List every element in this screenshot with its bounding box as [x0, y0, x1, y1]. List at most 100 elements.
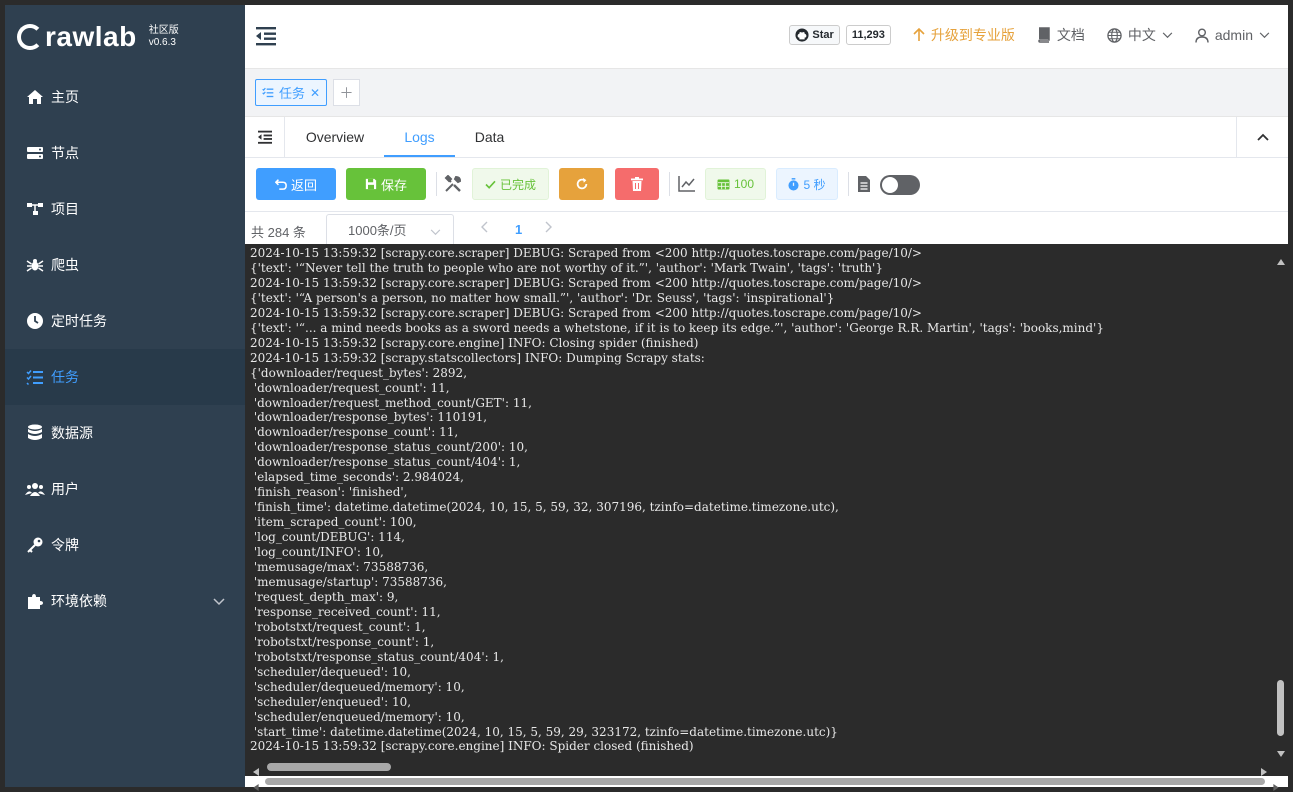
delete-button[interactable] — [615, 168, 659, 200]
tools-icon — [444, 174, 462, 196]
next-page-button[interactable] — [545, 221, 553, 236]
scroll-left-icon — [253, 763, 259, 776]
puzzle-icon — [25, 591, 45, 611]
log-line: {'text': '“Never tell the truth to peopl… — [250, 260, 883, 275]
log-line: 'scheduler/dequeued': 10, — [250, 664, 411, 679]
sidebar-item-projects[interactable]: 项目 — [5, 181, 245, 237]
page-number-current[interactable]: 1 — [515, 222, 522, 237]
sidebar-item-environment[interactable]: 环境依赖 — [5, 573, 245, 629]
detail-nav-tabs: Overview Logs Data — [245, 117, 1288, 158]
docs-link[interactable]: 文档 — [1037, 25, 1085, 45]
version-label: v0.6.3 — [148, 37, 176, 48]
tasks-icon — [25, 367, 45, 387]
page-horizontal-scrollbar[interactable] — [245, 776, 1288, 791]
toolbar: 返回 保存 已完成 100 5 秒 — [245, 158, 1288, 212]
sidebar-item-label: 主页 — [51, 89, 79, 105]
sidebar-item-tokens[interactable]: 令牌 — [5, 517, 245, 573]
chevron-down-icon — [430, 224, 441, 239]
vertical-scrollbar[interactable] — [1274, 244, 1288, 760]
tab-data[interactable]: Data — [467, 117, 512, 157]
page-size-value: 1000条/页 — [348, 223, 407, 238]
log-line: 'downloader/request_count': 11, — [250, 380, 450, 395]
refresh-icon — [575, 177, 589, 191]
log-line: 'elapsed_time_seconds': 2.984024, — [250, 470, 464, 485]
add-tab-button[interactable]: ＋ — [333, 79, 360, 106]
spider-icon — [25, 255, 45, 275]
chevron-down-icon — [213, 593, 225, 609]
user-icon — [1195, 28, 1209, 43]
collapse-button[interactable] — [1236, 117, 1288, 157]
tab-logs[interactable]: Logs — [384, 117, 455, 157]
save-button[interactable]: 保存 — [346, 168, 426, 200]
log-line: 'robotstxt/response_count': 1, — [250, 634, 435, 649]
back-button[interactable]: 返回 — [256, 168, 336, 200]
sidebar-item-label: 任务 — [51, 369, 79, 385]
nav-fold-icon[interactable] — [245, 117, 285, 157]
scroll-up-icon — [1277, 252, 1285, 268]
upgrade-label: 升级到专业版 — [930, 27, 1015, 43]
horizontal-scrollbar[interactable] — [245, 760, 1274, 776]
tab-overview[interactable]: Overview — [297, 117, 373, 157]
toolbar-divider — [848, 172, 849, 196]
tasks-icon — [262, 87, 274, 98]
check-icon — [485, 180, 496, 189]
log-line: 'log_count/DEBUG': 114, — [250, 530, 405, 545]
log-line: 2024-10-15 13:59:32 [scrapy.core.engine]… — [250, 739, 694, 754]
log-lines: 2024-10-15 13:59:32 [scrapy.core.scraper… — [250, 246, 1274, 754]
log-line: 2024-10-15 13:59:32 [scrapy.core.scraper… — [250, 246, 922, 260]
sidebar-item-tasks[interactable]: 任务 — [5, 349, 245, 405]
page-size-select[interactable]: 1000条/页 — [326, 214, 454, 244]
close-icon[interactable]: ✕ — [310, 86, 320, 100]
log-line: 'finish_reason': 'finished', — [250, 485, 408, 500]
log-line: 2024-10-15 13:59:32 [scrapy.core.scraper… — [250, 275, 922, 290]
globe-icon — [1107, 27, 1122, 43]
log-line: {'text': '“... a mind needs books as a s… — [250, 320, 1104, 335]
log-line: 'item_scraped_count': 100, — [250, 515, 417, 530]
logo-text: rawlab — [45, 21, 137, 52]
sidebar-item-datasources[interactable]: 数据源 — [5, 405, 245, 461]
user-dropdown[interactable]: admin — [1195, 27, 1270, 43]
restart-button[interactable] — [559, 168, 604, 200]
scroll-down-icon — [1277, 744, 1285, 760]
upgrade-link[interactable]: 升级到专业版 — [913, 25, 1015, 45]
logo[interactable]: rawlab 社区版 v0.6.3 — [5, 5, 245, 69]
status-badge: 已完成 — [472, 168, 549, 200]
sidebar-item-spiders[interactable]: 爬虫 — [5, 237, 245, 293]
scroll-left-icon — [253, 778, 259, 792]
log-line: 'scheduler/enqueued': 10, — [250, 694, 412, 709]
log-line: 'memusage/max': 73588736, — [250, 560, 429, 575]
log-line: 'finish_time': datetime.datetime(2024, 1… — [250, 500, 839, 515]
log-line: 'request_depth_max': 9, — [250, 589, 399, 604]
horizontal-scrollbar-thumb[interactable] — [267, 763, 391, 771]
log-line: 'start_time': datetime.datetime(2024, 10… — [250, 724, 838, 739]
vertical-scrollbar-thumb[interactable] — [1277, 680, 1284, 736]
sidebar-menu: 主页 节点 项目 爬虫 定时任务 任务 数据源 用户 令牌 环境依赖 — [5, 69, 245, 629]
log-line: 2024-10-15 13:59:32 [scrapy.core.scraper… — [250, 305, 922, 320]
sidebar-item-users[interactable]: 用户 — [5, 461, 245, 517]
sidebar-item-label: 项目 — [51, 201, 79, 217]
arrow-up-icon — [913, 28, 925, 42]
sidebar-item-home[interactable]: 主页 — [5, 69, 245, 125]
sidebar-item-label: 令牌 — [51, 537, 79, 553]
trash-icon — [631, 177, 643, 191]
log-line: 'downloader/response_status_count/200': … — [250, 440, 528, 455]
tab-tasks[interactable]: 任务 ✕ — [255, 79, 328, 106]
duration-badge: 5 秒 — [776, 168, 838, 200]
results-count-badge[interactable]: 100 — [705, 168, 766, 200]
sidebar-toggle-icon[interactable] — [255, 25, 277, 50]
language-dropdown[interactable]: 中文 — [1107, 25, 1173, 45]
log-line: {'downloader/request_bytes': 2892, — [250, 365, 468, 380]
log-viewer[interactable]: 2024-10-15 13:59:32 [scrapy.core.scraper… — [245, 244, 1288, 776]
file-icon — [857, 175, 871, 196]
log-line: 'scheduler/dequeued/memory': 10, — [250, 679, 465, 694]
page-horizontal-scrollbar-thumb[interactable] — [265, 778, 1265, 785]
github-icon — [795, 28, 809, 42]
username-label: admin — [1214, 27, 1253, 43]
github-star-count[interactable]: 11,293 — [845, 25, 891, 45]
chevron-down-icon — [1162, 31, 1173, 39]
prev-page-button[interactable] — [480, 221, 488, 236]
sidebar-item-schedules[interactable]: 定时任务 — [5, 293, 245, 349]
auto-update-toggle[interactable] — [880, 175, 920, 195]
github-star-button[interactable]: Star — [789, 25, 840, 45]
sidebar-item-nodes[interactable]: 节点 — [5, 125, 245, 181]
